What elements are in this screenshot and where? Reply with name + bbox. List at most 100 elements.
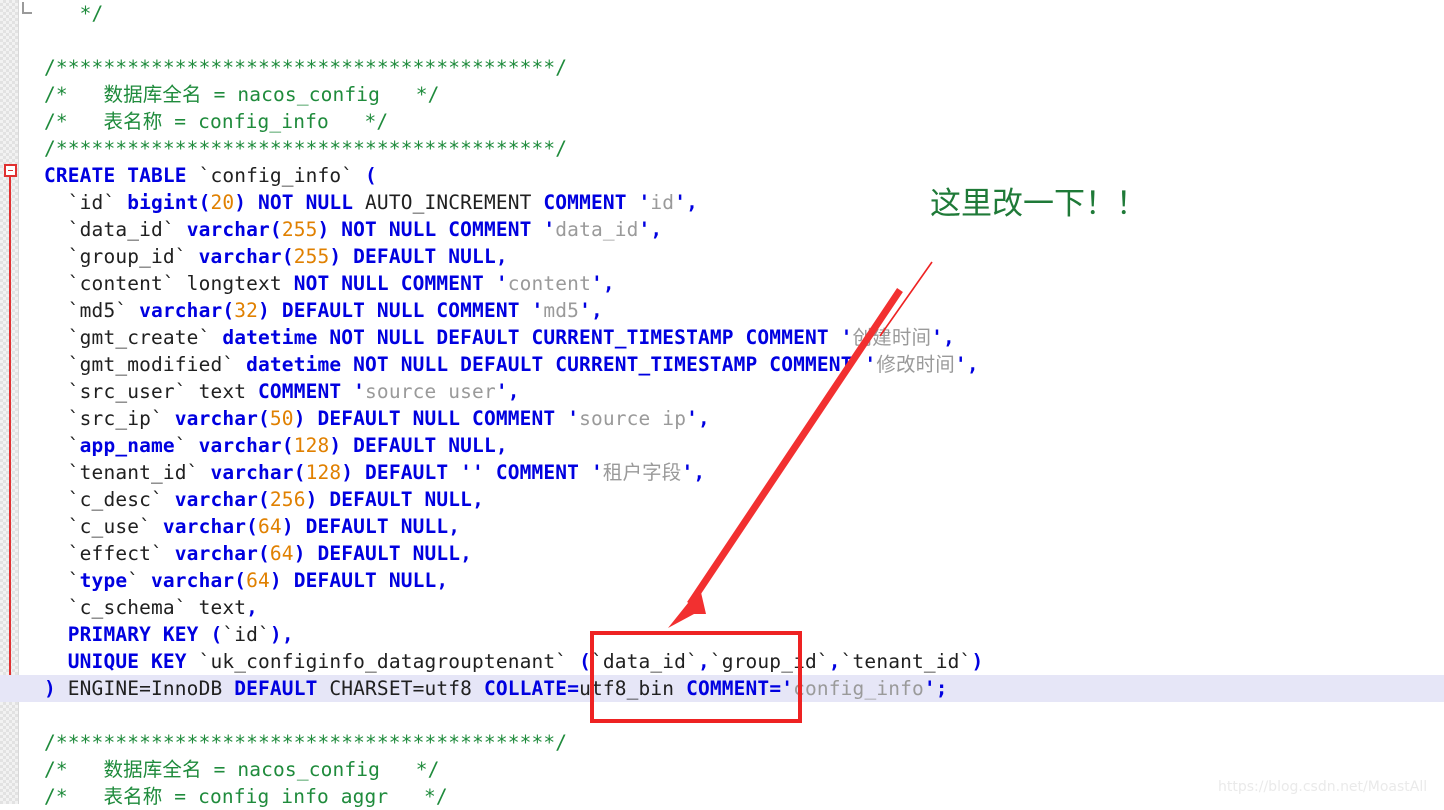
code-token: (	[293, 461, 306, 484]
code-token: source ip	[579, 407, 687, 430]
code-line[interactable]	[44, 27, 1444, 54]
code-token: md5	[543, 299, 580, 322]
code-token: app_name	[79, 434, 175, 457]
code-token: varchar	[174, 407, 259, 430]
code-line[interactable]: /* 数据库全名 = nacos_config */	[44, 81, 1444, 108]
code-token: '	[681, 461, 694, 484]
code-line[interactable]: `app_name` varchar(128) DEFAULT NULL,	[44, 432, 1444, 459]
sql-editor[interactable]: */ /************************************…	[0, 0, 1444, 808]
code-token: '	[931, 326, 944, 349]
code-token: 20	[210, 191, 235, 214]
code-line[interactable]: `gmt_modified` datetime NOT NULL DEFAULT…	[44, 351, 1444, 378]
code-token: ,	[697, 407, 710, 430]
code-token: '	[579, 299, 591, 322]
code-line[interactable]: `group_id` varchar(255) DEFAULT NULL,	[44, 243, 1444, 270]
code-token: (	[281, 245, 294, 268]
code-token: `data_id`	[67, 218, 187, 241]
code-token: varchar	[139, 299, 223, 322]
code-token: =	[567, 677, 580, 700]
code-line[interactable]: `id` bigint(20) NOT NULL AUTO_INCREMENT …	[44, 189, 1444, 216]
code-token: `effect`	[67, 542, 175, 565]
code-line[interactable]: /***************************************…	[44, 135, 1444, 162]
code-line[interactable]: `src_user` text COMMENT 'source user',	[44, 378, 1444, 405]
code-token: `	[67, 569, 80, 592]
code-token: NOT NULL COMMENT	[341, 218, 532, 241]
code-token: 128	[305, 461, 342, 484]
code-line[interactable]: /***************************************…	[44, 729, 1444, 756]
code-token: `uk_configinfo_datagrouptenant`	[186, 650, 580, 673]
code-token: datetime NOT NULL DEFAULT CURRENT_TIMEST…	[246, 353, 853, 376]
code-line[interactable]: `md5` varchar(32) DEFAULT NULL COMMENT '…	[44, 297, 1444, 324]
code-token: `gmt_create`	[67, 326, 223, 349]
code-token: ENGINE=InnoDB	[55, 677, 235, 700]
code-line[interactable]: `gmt_create` datetime NOT NULL DEFAULT C…	[44, 324, 1444, 351]
code-token: ,	[448, 515, 461, 538]
code-token: ,	[686, 191, 698, 214]
code-token: '	[864, 353, 877, 376]
code-token: 修改时间	[876, 353, 955, 376]
code-line[interactable]: */	[44, 0, 1444, 27]
code-token: PRIMARY KEY	[67, 623, 199, 646]
code-token: '	[543, 218, 556, 241]
code-line[interactable]: CREATE TABLE `config_info` (	[44, 162, 1444, 189]
code-token: ,	[436, 569, 449, 592]
code-token: varchar	[198, 245, 282, 268]
code-line[interactable]: `data_id` varchar(255) NOT NULL COMMENT …	[44, 216, 1444, 243]
code-line[interactable]: `c_schema` text,	[44, 594, 1444, 621]
code-token: varchar	[174, 542, 259, 565]
code-token: */	[79, 2, 104, 25]
code-token: (	[258, 407, 270, 430]
code-token: `id`	[67, 191, 128, 214]
code-line[interactable]: `c_desc` varchar(256) DEFAULT NULL,	[44, 486, 1444, 513]
watermark: https://blog.csdn.net/MoastAll	[1218, 779, 1428, 795]
code-token: (	[234, 569, 247, 592]
code-token: DEFAULT NULL COMMENT	[281, 299, 520, 322]
annotation-note: 这里改一下！！	[930, 186, 1147, 222]
fold-collapse-icon[interactable]	[4, 164, 17, 177]
code-line[interactable]: `type` varchar(64) DEFAULT NULL,	[44, 567, 1444, 594]
code-token: (	[258, 542, 270, 565]
code-token: ,	[943, 326, 955, 349]
code-token: 租户字段	[602, 461, 682, 484]
code-token: `c_desc`	[67, 488, 175, 511]
code-line[interactable]: `c_use` varchar(64) DEFAULT NULL,	[44, 513, 1444, 540]
code-token: )	[281, 515, 294, 538]
code-token: (	[246, 515, 259, 538]
code-token: `id`	[222, 623, 270, 646]
code-token: AUTO_INCREMENT	[353, 191, 544, 214]
code-line[interactable]: `effect` varchar(64) DEFAULT NULL,	[44, 540, 1444, 567]
code-token: '	[495, 380, 508, 403]
code-token: (	[269, 218, 282, 241]
code-token: COMMENT	[258, 380, 342, 403]
code-token: ,	[472, 488, 484, 511]
code-token: varchar	[151, 569, 235, 592]
code-token: /***************************************…	[44, 137, 568, 160]
code-token: 256	[269, 488, 306, 511]
code-line[interactable]: /***************************************…	[44, 54, 1444, 81]
code-token: varchar	[210, 461, 294, 484]
code-token: DEFAULT NULL	[293, 569, 437, 592]
code-token: /***************************************…	[44, 731, 568, 754]
code-line[interactable]: `content` longtext NOT NULL COMMENT 'con…	[44, 270, 1444, 297]
code-line[interactable]: /* 表名称 = config_info */	[44, 108, 1444, 135]
code-line[interactable]: `src_ip` varchar(50) DEFAULT NULL COMMEN…	[44, 405, 1444, 432]
code-line[interactable]: `tenant_id` varchar(128) DEFAULT '' COMM…	[44, 459, 1444, 486]
code-token: )	[293, 407, 306, 430]
code-token: ,	[281, 623, 294, 646]
